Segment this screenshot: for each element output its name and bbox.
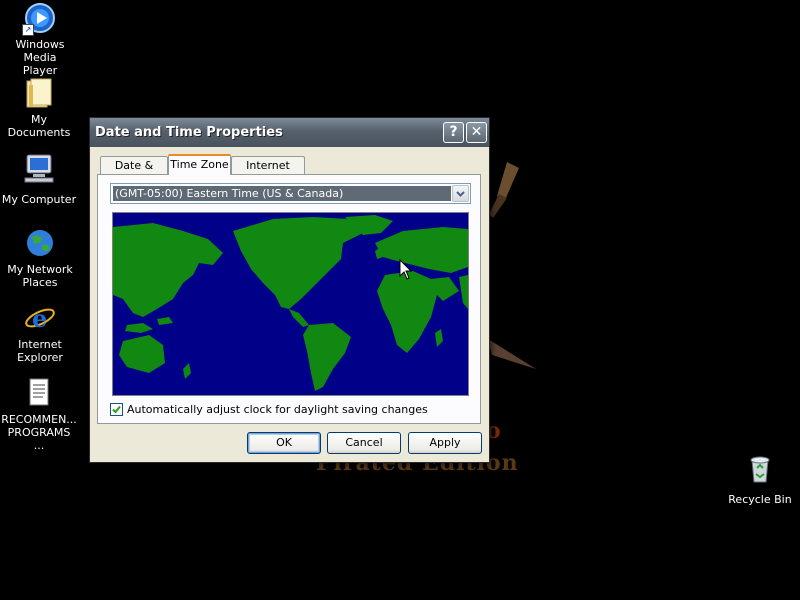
time-zone-panel: (GMT-05:00) Eastern Time (US & Canada) A… [97, 174, 481, 424]
desktop-icon-my-computer[interactable]: My Computer [0, 152, 79, 207]
desktop-icon-windows-media-player[interactable]: ↗ Windows Media Player [0, 2, 80, 78]
desktop-icon-label: My Documents [7, 113, 71, 139]
tab-time-zone[interactable]: Time Zone [168, 154, 231, 175]
desktop-icon-label: RECOMMEN... PROGRAMS ... [1, 413, 77, 452]
cancel-button[interactable]: Cancel [327, 432, 401, 454]
title-bar[interactable]: Date and Time Properties ? ✕ [90, 118, 489, 147]
windows-media-player-icon: ↗ [22, 2, 56, 36]
blade-graphic [488, 339, 536, 369]
sword-hilt-graphic [489, 162, 519, 218]
time-zone-selected-value: (GMT-05:00) Eastern Time (US & Canada) [113, 186, 451, 201]
apply-button[interactable]: Apply [408, 432, 482, 454]
help-icon: ? [449, 124, 458, 140]
tab-date-time[interactable]: Date & Time [100, 156, 168, 189]
svg-text:e: e [32, 304, 47, 333]
desktop-icon-my-network-places[interactable]: My Network Places [0, 227, 80, 290]
desktop-icon-my-documents[interactable]: My Documents [0, 77, 79, 140]
dropdown-button[interactable] [452, 185, 469, 202]
tab-internet-time[interactable]: Internet Time [231, 156, 305, 189]
time-zone-dropdown[interactable]: (GMT-05:00) Eastern Time (US & Canada) [110, 183, 471, 204]
checkmark-icon [112, 405, 121, 414]
desktop-icon-internet-explorer[interactable]: e Internet Explorer [0, 302, 80, 365]
world-time-zone-map[interactable] [112, 212, 469, 396]
daylight-saving-checkbox[interactable] [110, 403, 123, 416]
mouse-pointer-icon [399, 259, 413, 280]
close-icon: ✕ [470, 124, 483, 140]
desktop-icon-label: Internet Explorer [17, 338, 63, 364]
close-button[interactable]: ✕ [466, 122, 487, 143]
ok-button[interactable]: OK [247, 432, 321, 454]
desktop-icon-recommended-programs[interactable]: RECOMMEN... PROGRAMS ... [0, 377, 79, 453]
folder-icon [23, 77, 55, 109]
desktop-icon-label: Recycle Bin [728, 493, 792, 506]
desktop-icon-label: My Network Places [7, 263, 73, 289]
computer-icon [23, 152, 55, 184]
internet-explorer-icon: e [24, 302, 56, 334]
text-document-icon [23, 377, 55, 409]
chevron-down-icon [456, 191, 465, 197]
network-globe-icon [24, 227, 56, 259]
shortcut-arrow-icon: ↗ [22, 24, 34, 36]
recycle-bin-icon [744, 452, 776, 484]
desktop-icon-label: Windows Media Player [15, 38, 65, 77]
date-time-properties-dialog: Date and Time Properties ? ✕ Date & Time… [89, 117, 490, 463]
world-map-graphic [113, 215, 468, 391]
desktop-icon-recycle-bin[interactable]: Recycle Bin [720, 452, 800, 507]
daylight-saving-label: Automatically adjust clock for daylight … [127, 403, 428, 416]
help-button[interactable]: ? [443, 122, 464, 143]
desktop-icon-label: My Computer [1, 193, 77, 206]
dialog-title: Date and Time Properties [95, 125, 283, 140]
